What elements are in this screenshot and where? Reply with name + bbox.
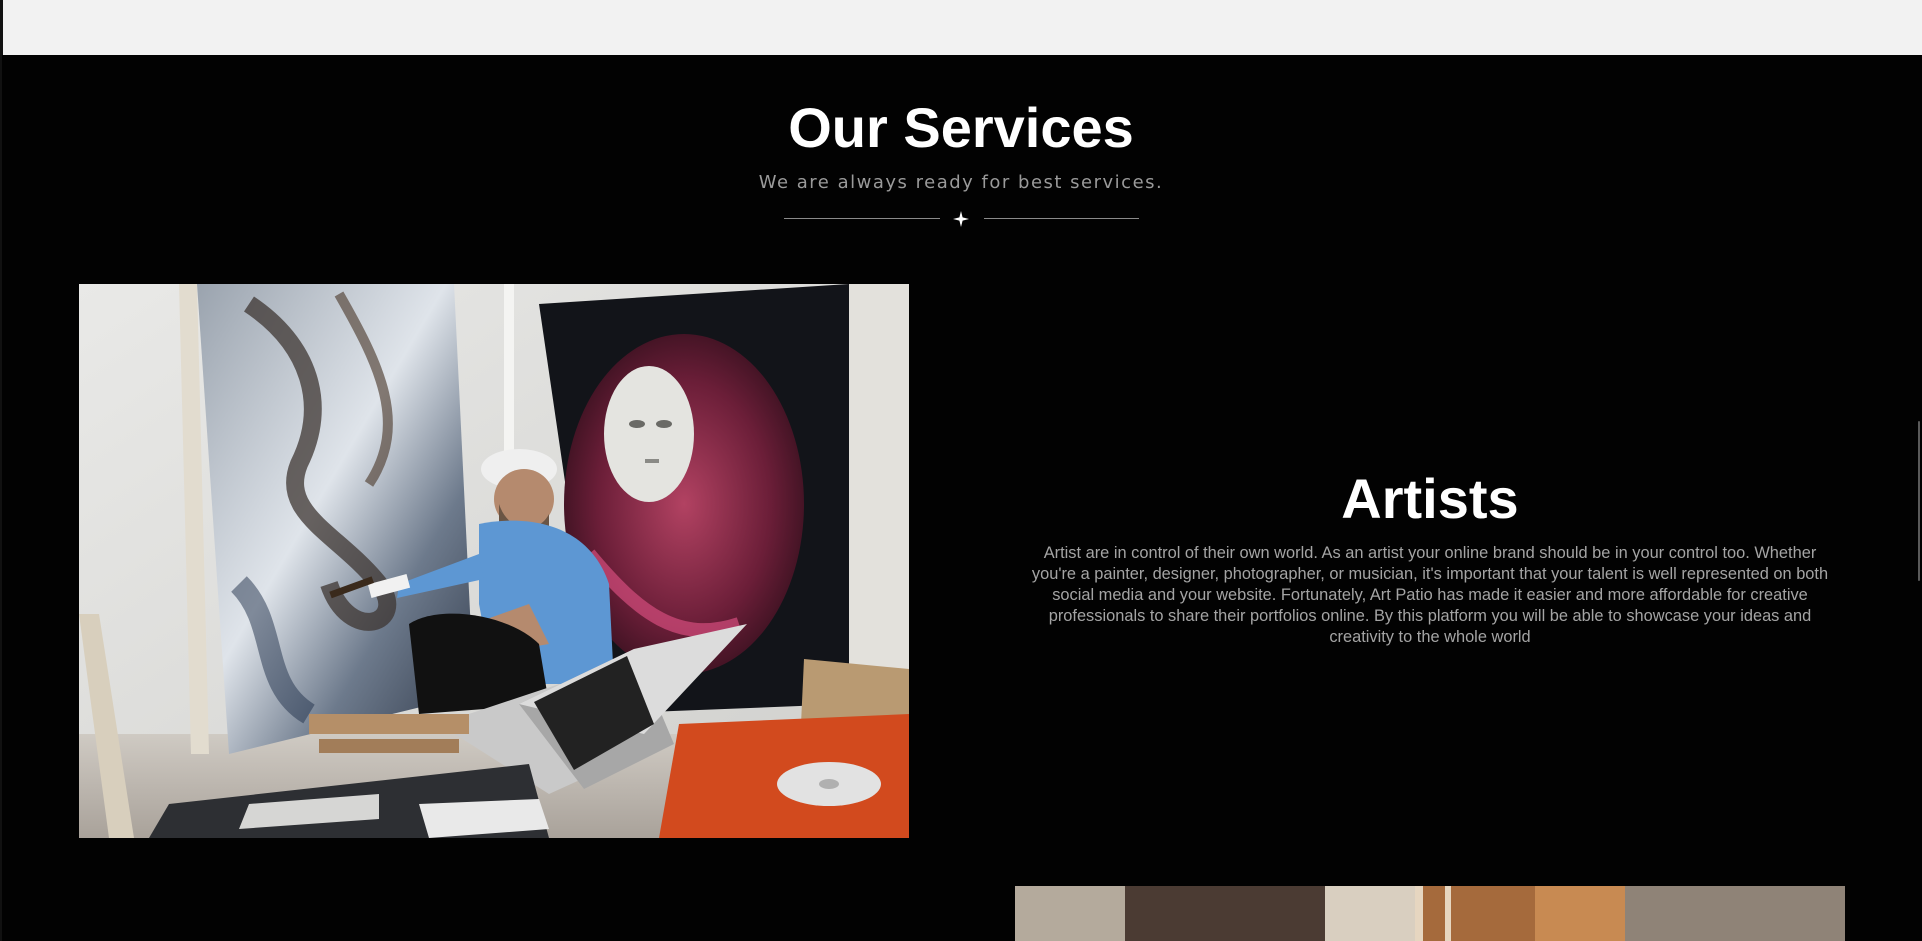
card-title-artists: Artists [1341,467,1519,530]
divider-line-left [784,218,940,219]
page: Our Services We are always ready for bes… [0,0,1922,941]
section-subtitle: We are always ready for best services. [758,172,1164,193]
header-strip [0,0,1922,55]
card-description-artists: Artist are in control of their own world… [1031,544,1829,646]
title-divider [784,208,1139,230]
studio-interior-photo [1015,886,1845,941]
scrollbar-thumb[interactable] [1918,421,1920,581]
artist-painting-photo [79,284,909,838]
scrollbar-track[interactable] [1916,55,1922,941]
divider-line-right [984,218,1139,219]
sparkle-icon [953,211,969,227]
section-title: Our Services [788,96,1134,159]
